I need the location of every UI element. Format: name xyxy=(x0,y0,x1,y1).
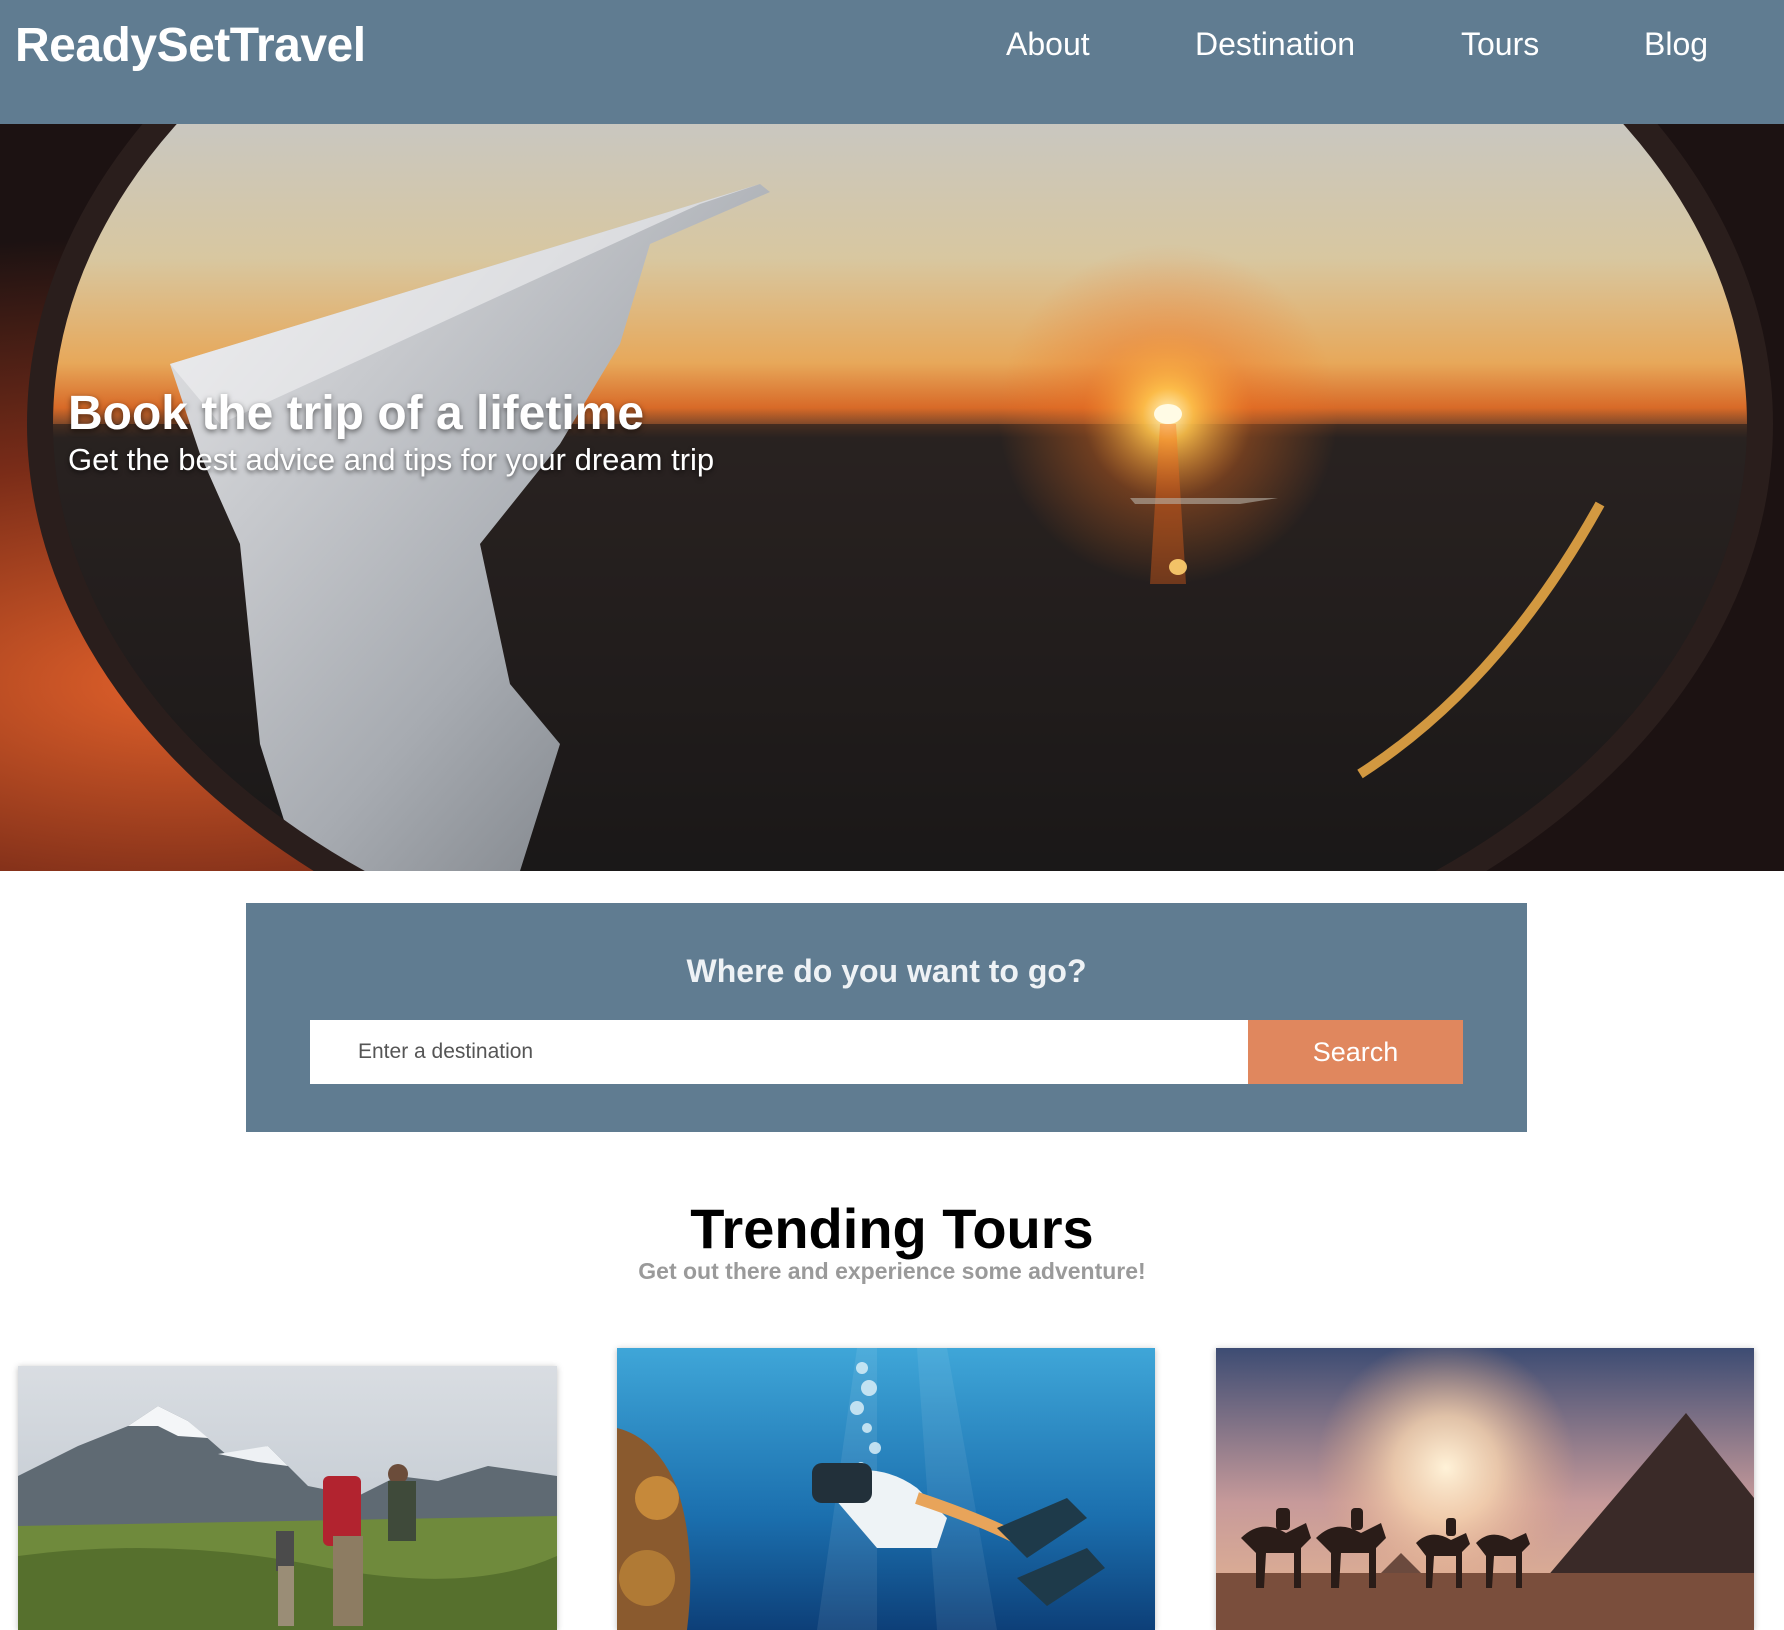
hero-subtitle: Get the best advice and tips for your dr… xyxy=(68,442,715,477)
tour-card-desert[interactable] xyxy=(1216,1348,1754,1630)
trending-tours-subtitle: Get out there and experience some advent… xyxy=(638,1258,1146,1284)
search-heading: Where do you want to go? xyxy=(686,953,1087,989)
tour-card-diving[interactable] xyxy=(617,1348,1155,1630)
nav-link-blog[interactable]: Blog xyxy=(1644,26,1708,63)
desert-camels-pyramid-photo xyxy=(1216,1348,1754,1630)
nav-link-tours[interactable]: Tours xyxy=(1461,26,1539,63)
destination-search-input[interactable] xyxy=(310,1020,1248,1084)
trending-tours-title: Trending Tours xyxy=(690,1197,1094,1260)
search-button[interactable]: Search xyxy=(1248,1020,1463,1084)
nav-link-destination[interactable]: Destination xyxy=(1195,26,1355,63)
hero-title: Book the trip of a lifetime xyxy=(68,387,645,440)
hero-image-airplane-window xyxy=(0,124,1784,871)
nav-link-about[interactable]: About xyxy=(1006,26,1090,63)
underwater-diver-photo xyxy=(617,1348,1155,1630)
hiking-mountains-photo xyxy=(18,1366,557,1630)
site-header: ReadySetTravel About Destination Tours B… xyxy=(0,0,1784,124)
tour-card-hiking[interactable] xyxy=(18,1366,557,1630)
search-panel: Where do you want to go? Search xyxy=(246,903,1527,1132)
site-logo[interactable]: ReadySetTravel xyxy=(15,18,366,73)
hero-banner: Book the trip of a lifetime Get the best… xyxy=(0,124,1784,871)
